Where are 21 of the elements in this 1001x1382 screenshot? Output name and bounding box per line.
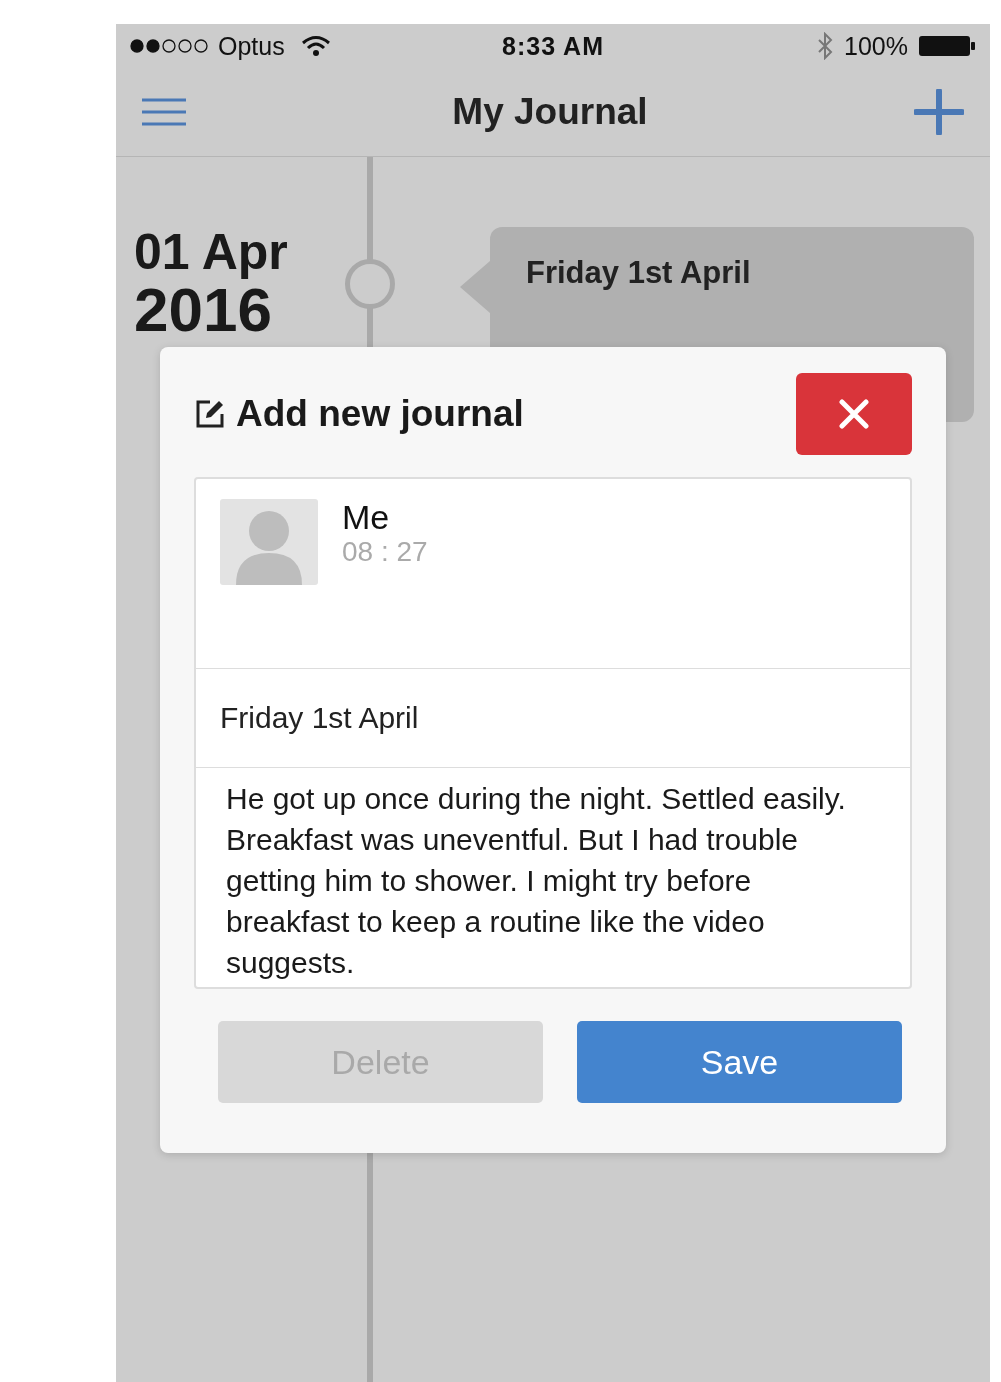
- timeline-date: 01 Apr: [134, 227, 289, 277]
- entry-time: 08 : 27: [342, 536, 428, 569]
- menu-icon[interactable]: [142, 97, 186, 127]
- action-button[interactable]: Save: [577, 1021, 902, 1103]
- close-button[interactable]: [796, 373, 912, 455]
- status-time: 8:33 AM: [502, 31, 604, 61]
- battery-percentage: 100%: [844, 31, 908, 61]
- entry-text-field[interactable]: He got up once during the night. Settled easily. Breakfast was uneventful. But I had trouble getting him to shower. I might try before breakfast to keep a routine like the video suggests.: [196, 768, 910, 987]
- close-icon: [839, 399, 869, 429]
- author-name: Me: [342, 499, 391, 537]
- card-title: Friday 1st April: [526, 255, 751, 290]
- card-pointer: [460, 261, 490, 313]
- avatar-icon: [220, 499, 318, 585]
- bluetooth-icon: [816, 32, 835, 60]
- page-title: My Journal: [452, 91, 648, 133]
- carrier-name: Optus: [218, 31, 285, 61]
- wifi-icon: [300, 35, 331, 57]
- battery-icon: [918, 34, 976, 58]
- signal-strength-icon: [130, 38, 210, 54]
- add-icon[interactable]: [914, 89, 964, 135]
- edit-icon: [194, 398, 226, 430]
